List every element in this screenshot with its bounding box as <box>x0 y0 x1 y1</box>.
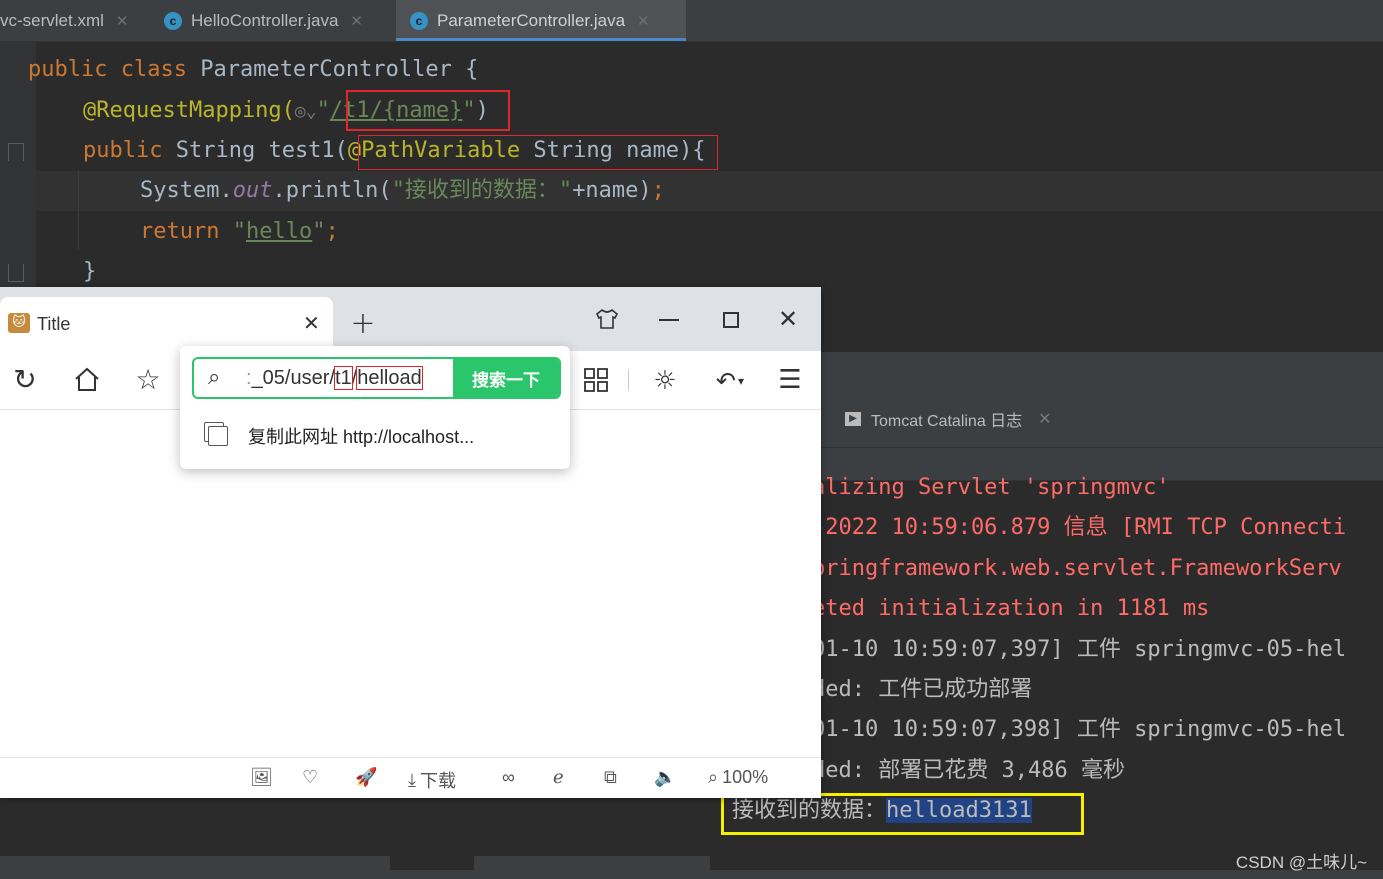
keyword: public <box>83 138 163 163</box>
java-class-icon: c <box>410 11 428 30</box>
browser-tab-title: Title <box>37 314 71 334</box>
address-segment-helload: helload <box>356 366 423 390</box>
keyword: class <box>120 57 187 82</box>
zoom-control[interactable]: ⌕ 100% <box>708 767 768 788</box>
tab-label: ParameterController.java <box>437 10 626 30</box>
screenshot-icon[interactable]: ⧉ <box>604 767 617 788</box>
highlight-box-output <box>721 793 1084 835</box>
code-token: System. <box>140 178 233 203</box>
health-icon[interactable]: ♡ <box>302 767 318 788</box>
quote: " <box>312 219 326 244</box>
new-tab-icon[interactable]: + <box>348 306 378 341</box>
status-strip <box>0 870 1383 879</box>
watermark: CSDN @土味儿~ <box>1235 853 1367 872</box>
string-literal: hello <box>245 219 313 244</box>
highlight-box-param <box>358 135 718 170</box>
code-token: ; <box>325 219 339 244</box>
glasses-icon[interactable]: ∞ <box>502 767 515 788</box>
close-icon[interactable]: ✕ <box>350 12 363 30</box>
browser-tab-bar: 🐱 Title ✕ + ✕ <box>0 287 821 351</box>
reload-icon[interactable]: ↻ <box>10 363 40 396</box>
java-class-icon: c <box>164 11 182 30</box>
annotation: @RequestMapping( <box>83 98 295 123</box>
address-segment-t1: t1 <box>333 366 353 390</box>
code-line-4[interactable]: System.out.println("接收到的数据："+name); <box>140 171 665 211</box>
highlight-box-path <box>346 90 510 131</box>
zoom-icon: ⌕ <box>708 767 719 787</box>
toolbar-divider <box>628 369 629 391</box>
search-icon: ⌕ <box>208 365 221 390</box>
copy-url-item[interactable]: 复制此网址 http://localhost... <box>208 421 474 451</box>
terminal-icon: ▶ <box>845 412 861 426</box>
ie-icon[interactable]: ℯ <box>553 767 564 788</box>
code-token: +name) <box>572 178 652 203</box>
copy-url-label: 复制此网址 http://localhost... <box>248 427 475 447</box>
zoom-level: 100% <box>722 767 769 787</box>
close-icon[interactable]: ✕ <box>1038 409 1051 429</box>
close-icon[interactable]: ✕ <box>116 12 129 30</box>
string-literal: "接收到的数据：" <box>391 178 573 203</box>
brightness-icon[interactable]: ☼ <box>650 366 680 396</box>
console-line: ded: 部署已花费 3,486 毫秒 <box>812 758 1125 783</box>
rocket-icon[interactable]: 🚀 <box>355 767 377 788</box>
globe-icon[interactable]: ◎⌄ <box>295 101 317 122</box>
class-name: ParameterController { <box>200 57 479 82</box>
tab-label: Tomcat Catalina 日志 <box>871 413 1023 430</box>
address-text: _05/user/ <box>251 367 335 389</box>
horizontal-scrollbar[interactable] <box>474 856 710 870</box>
download-label: 下载 <box>419 771 456 791</box>
volume-icon[interactable]: 🔈 <box>654 767 676 788</box>
home-icon[interactable] <box>72 364 102 394</box>
download-icon: ⤓ <box>408 769 416 790</box>
close-tab-icon[interactable]: ✕ <box>303 311 320 335</box>
console-line: alizing Servlet 'springmvc' <box>812 475 1170 500</box>
tab-tomcat-catalina-log[interactable]: ▶ Tomcat Catalina 日志 ✕ <box>845 407 1052 431</box>
console-line: pringframework.web.servlet.FrameworkServ <box>812 556 1342 581</box>
keyword: return <box>140 219 220 244</box>
copy-icon <box>208 426 228 446</box>
browser-window: 🐱 Title ✕ + ✕ ↻ ☆ ☼ ↶ ▾ ☰ 🖼 ♡ 🚀 ⤓ 下载 ∞ ℯ… <box>0 287 821 798</box>
tomcat-favicon: 🐱 <box>8 313 30 333</box>
download-button[interactable]: ⤓ 下载 <box>408 767 456 793</box>
console-line: 01-10 10:59:07,397] 工件 springmvc-05-hel <box>812 637 1347 662</box>
fold-icon[interactable] <box>8 264 24 282</box>
tab-springmvc-servlet-xml[interactable]: vc-servlet.xml ✕ <box>0 0 150 41</box>
code-line-1[interactable]: public class ParameterController { <box>28 50 478 90</box>
code-line-6[interactable]: } <box>83 252 96 292</box>
console-line: eted initialization in 1181 ms <box>812 596 1210 621</box>
maximize-icon[interactable] <box>718 307 744 333</box>
code-token: .println( <box>272 178 392 203</box>
image-icon[interactable]: 🖼 <box>250 767 273 788</box>
method-signature: String test1( <box>175 138 348 163</box>
fold-icon[interactable] <box>8 143 24 161</box>
close-window-icon[interactable]: ✕ <box>775 305 801 333</box>
close-icon[interactable]: ✕ <box>637 12 650 30</box>
address-bar[interactable]: ⌕ :_05/user/t1/helload 搜索一下 <box>192 357 561 399</box>
tab-label: HelloController.java <box>191 10 339 30</box>
console-line: ded: 工件已成功部署 <box>812 677 1033 702</box>
editor-tab-bar: vc-servlet.xml ✕ c HelloController.java … <box>0 0 1383 42</box>
keyword: public <box>28 57 108 82</box>
indent-guide <box>78 170 79 250</box>
code-token: out <box>232 178 273 203</box>
tab-hello-controller[interactable]: c HelloController.java ✕ <box>150 0 395 41</box>
search-button[interactable]: 搜索一下 <box>453 359 559 397</box>
address-input[interactable]: :_05/user/t1/helload <box>246 366 423 390</box>
tab-parameter-controller[interactable]: c ParameterController.java ✕ <box>396 0 686 41</box>
undo-icon[interactable]: ↶ ▾ <box>705 366 755 396</box>
bookmark-star-icon[interactable]: ☆ <box>133 363 163 396</box>
apps-icon[interactable] <box>582 366 610 394</box>
minimize-icon[interactable] <box>656 307 682 333</box>
skin-icon[interactable] <box>594 306 620 332</box>
code-token: ; <box>651 178 665 203</box>
console-line: 01-10 10:59:07,398] 工件 springmvc-05-hel <box>812 717 1347 742</box>
brace: } <box>83 259 97 284</box>
tab-label: vc-servlet.xml <box>0 10 104 30</box>
browser-tab[interactable]: 🐱 Title ✕ <box>0 297 333 351</box>
quote: " <box>232 219 246 244</box>
menu-icon[interactable]: ☰ <box>776 365 804 395</box>
horizontal-scrollbar[interactable] <box>0 856 390 870</box>
console-line: -2022 10:59:06.879 信息 [RMI TCP Connecti <box>812 515 1347 540</box>
code-line-5[interactable]: return "hello"; <box>140 212 339 252</box>
